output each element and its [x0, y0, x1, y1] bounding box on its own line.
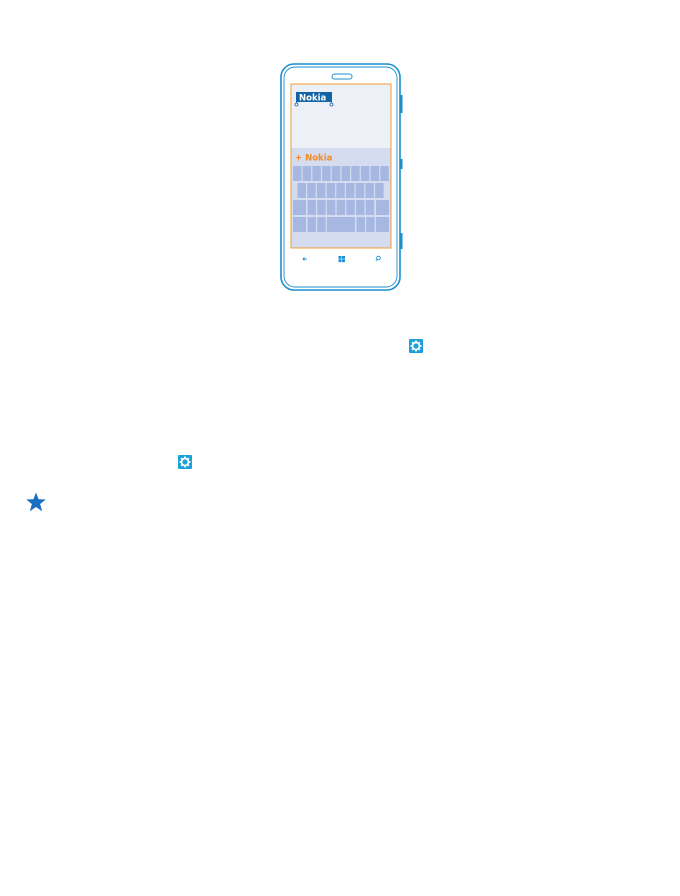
- keyboard-key: [316, 183, 326, 198]
- keyboard-key: [307, 200, 316, 215]
- keyboard-key: [297, 183, 306, 198]
- keyboard-key: [307, 183, 316, 198]
- settings-gear-icon: [409, 339, 423, 353]
- selection-handle-start: [294, 102, 299, 107]
- keyboard-key: [380, 166, 389, 181]
- settings-gear-icon: [178, 455, 192, 469]
- keyboard-key: [293, 166, 302, 181]
- keyboard-key: [346, 183, 355, 198]
- keyboard-key: [336, 183, 345, 198]
- keyboard-key: [375, 183, 384, 198]
- keyboard-key: [307, 217, 316, 232]
- keyboard-key: [351, 166, 360, 181]
- keyboard-key: [302, 166, 312, 181]
- keyboard-key: [341, 166, 350, 181]
- star-icon: [25, 491, 47, 513]
- selection-handle-end: [329, 102, 334, 107]
- selected-word: Nokia: [299, 94, 327, 104]
- keyboard-key: [331, 166, 341, 181]
- keyboard-key: [355, 183, 365, 198]
- keyboard-key: [317, 200, 326, 215]
- keyboard-key: [293, 200, 306, 215]
- keyboard-key: [336, 200, 346, 215]
- keyboard-key: [293, 217, 306, 232]
- keyboard-key: [356, 217, 365, 232]
- keyboard-key: [370, 166, 380, 181]
- keyboard-key: [317, 217, 326, 232]
- keyboard-key: [365, 200, 375, 215]
- keyboard-key: [312, 166, 321, 181]
- keyboard-key: [376, 217, 389, 232]
- keyboard-key: [326, 183, 336, 198]
- keyboard-key: [322, 166, 331, 181]
- keyboard-key: [376, 200, 389, 215]
- keyboard-key: [326, 217, 355, 232]
- keyboard-key: [360, 166, 370, 181]
- keyboard-key: [365, 183, 374, 198]
- keyboard-key: [366, 217, 375, 232]
- keyboard-key: [356, 200, 365, 215]
- keyboard-key: [346, 200, 355, 215]
- word-suggestion: + Nokia: [295, 154, 333, 164]
- keyboard-key: [326, 200, 336, 215]
- phone-illustration: Nokia + Nokia: [280, 63, 404, 292]
